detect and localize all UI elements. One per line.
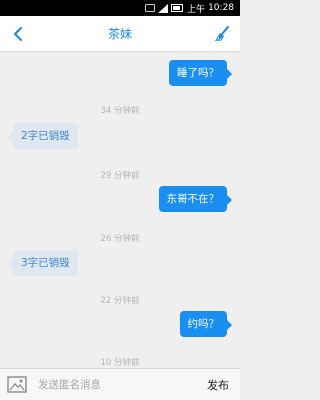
signal-icon — [158, 3, 169, 13]
status-time: 10:28 — [208, 3, 234, 13]
back-button[interactable] — [6, 22, 30, 46]
message-timestamp: 34 分钟前 — [100, 106, 140, 116]
broom-icon — [215, 26, 229, 42]
message-list[interactable]: 睡了吗？ 34 分钟前 2字已销毁 29 分钟前 东哥不在？ 26 分钟前 3字… — [0, 52, 240, 368]
attach-image-button[interactable] — [6, 374, 28, 396]
status-icons — [145, 3, 184, 13]
message-timestamp: 22 分钟前 — [100, 296, 140, 306]
send-button[interactable]: 发布 — [198, 377, 238, 393]
received-message[interactable]: 2字已销毁 — [8, 123, 78, 149]
battery-icon — [171, 4, 184, 12]
status-meridiem: 上午 — [187, 4, 206, 15]
chat-title: 茶妹 — [107, 27, 132, 41]
image-icon — [7, 376, 27, 393]
sent-message[interactable]: 约吗？ — [179, 311, 232, 337]
notification-icon — [145, 4, 156, 12]
status-bar: 上午 10:28 — [0, 0, 240, 16]
sent-message[interactable]: 东哥不在？ — [158, 186, 232, 212]
received-message[interactable]: 3字已销毁 — [8, 250, 78, 276]
chevron-left-icon — [14, 27, 22, 41]
compose-bar: 发布 — [0, 368, 240, 400]
message-timestamp: 29 分钟前 — [100, 171, 140, 181]
clear-chat-button[interactable] — [210, 22, 234, 46]
message-timestamp: 26 分钟前 — [100, 234, 140, 244]
chat-header: 茶妹 — [0, 16, 240, 52]
message-input[interactable] — [38, 378, 198, 391]
sent-message[interactable]: 睡了吗？ — [169, 60, 232, 86]
message-timestamp: 10 分钟前 — [100, 358, 140, 368]
